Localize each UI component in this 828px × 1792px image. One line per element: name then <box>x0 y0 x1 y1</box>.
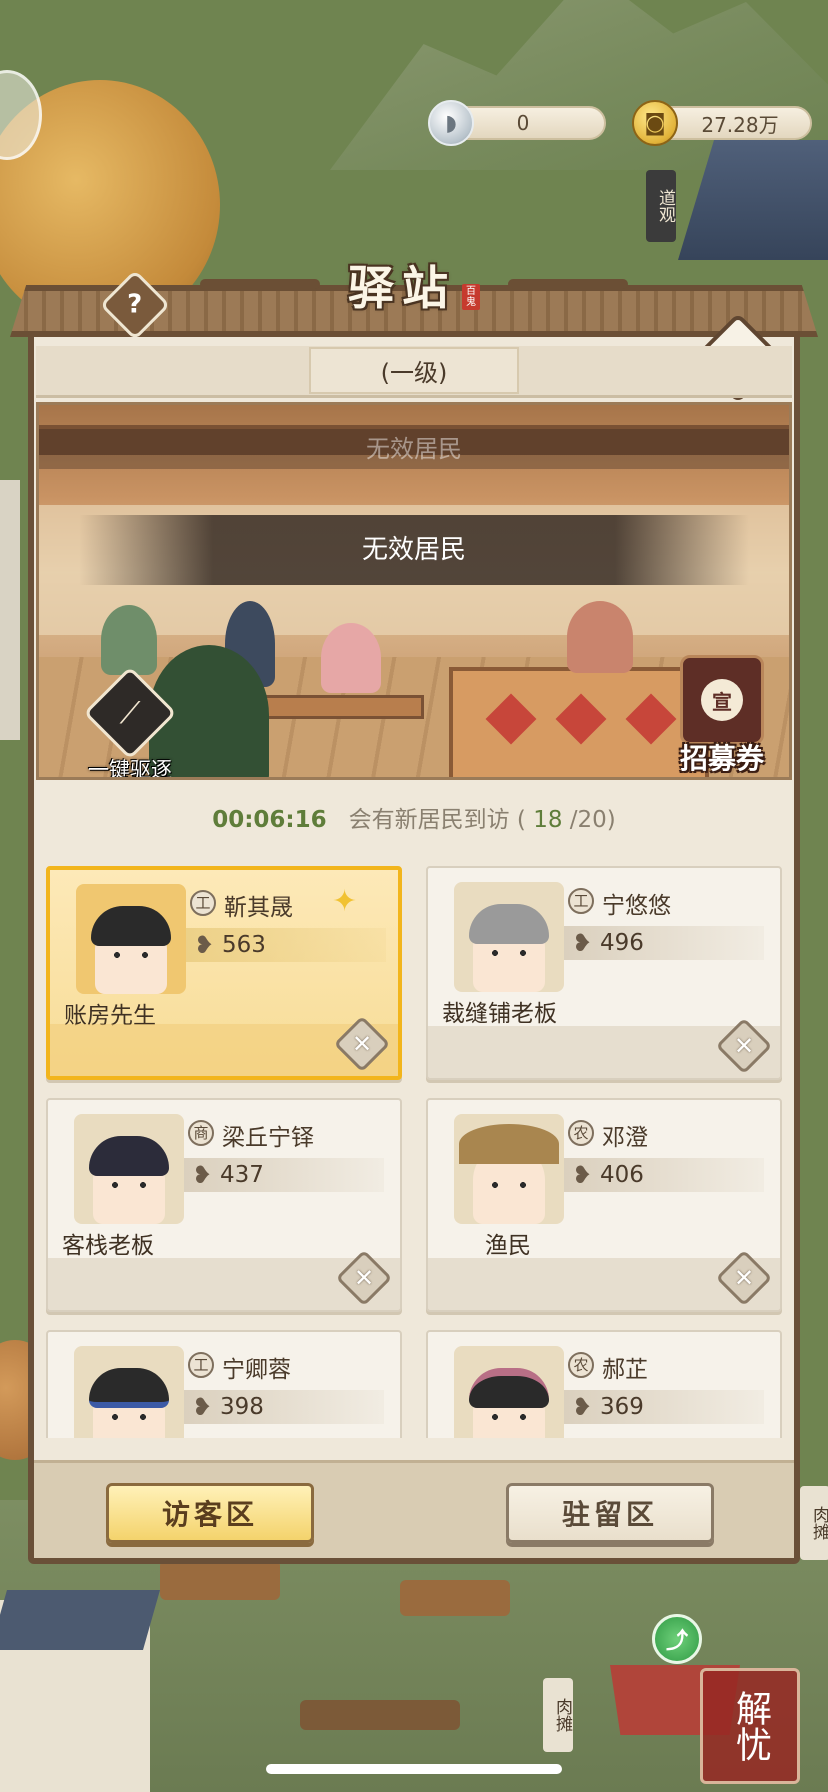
resident-card[interactable]: 工 宁卿蓉 ❥ 398 <box>46 1330 402 1438</box>
close-icon: ✕ <box>351 1029 373 1058</box>
visitor-count: 18 <box>533 807 563 833</box>
sparkle-icon: ✦ <box>332 884 358 919</box>
invalid-residents-banner: 无效居民 <box>79 515 749 585</box>
heart-icon: ❥ <box>571 1161 593 1189</box>
tab-bar: 访客区 驻留区 <box>34 1460 794 1558</box>
resident-name: 郝芷 <box>602 1357 648 1383</box>
resident-role: 裁缝铺老板 <box>442 1001 557 1027</box>
question-icon: ? <box>127 290 143 320</box>
silver-counter[interactable]: ◗ 0 <box>428 100 606 146</box>
recruit-icon-char: 宣 <box>701 679 743 721</box>
tab-resident-area[interactable]: 驻留区 <box>506 1483 714 1543</box>
recruit-ticket-label: 招募券 <box>679 742 764 775</box>
resident-role: 客栈老板 <box>62 1233 154 1259</box>
upgrade-arrow-icon[interactable]: ⤴ <box>652 1614 702 1664</box>
avatar <box>454 1346 564 1438</box>
home-indicator[interactable] <box>266 1764 562 1774</box>
avatar <box>454 882 564 992</box>
heart-icon: ❥ <box>571 1393 593 1421</box>
market-cart <box>160 1560 280 1600</box>
resident-card[interactable]: 农 邓澄 ❥ 406 渔民 ✕ <box>426 1098 782 1312</box>
close-icon: ✕ <box>353 1263 375 1292</box>
inn-table <box>244 695 424 719</box>
class-badge: 农 <box>568 1352 594 1378</box>
resident-name: 靳其晟 <box>224 895 293 921</box>
expel-all-label: 一键驱逐 <box>88 758 172 780</box>
villager-figure <box>101 605 157 675</box>
visitor-timer: 00:06:16 会有新居民到访 ( 18 /20) <box>36 800 792 834</box>
market-cart <box>400 1580 510 1616</box>
resident-list[interactable]: ✦ 工 靳其晟 ❥ 563 账房先生 ✕ 工 宁悠悠 ❥ 496 裁缝铺老板 ✕… <box>46 866 782 1438</box>
visitor-max: /20) <box>569 807 616 833</box>
resident-stat: ❥ 563 <box>186 928 386 962</box>
class-badge: 工 <box>190 890 216 916</box>
resident-stat: ❥ 398 <box>184 1390 384 1424</box>
avatar <box>454 1114 564 1224</box>
inn-scene: 无效居民 无效居民 ⟋ 一键驱逐 宣 招募券 <box>36 402 792 780</box>
countdown: 00:06:16 <box>212 807 327 833</box>
stat-value: 437 <box>220 1162 264 1188</box>
class-badge: 工 <box>188 1352 214 1378</box>
resident-card[interactable]: 农 郝芷 ❥ 369 <box>426 1330 782 1438</box>
avatar <box>76 884 186 994</box>
heart-icon: ❥ <box>191 1393 213 1421</box>
recruit-ticket-button[interactable]: 宣 招募券 <box>657 655 787 777</box>
tab-visitor-area[interactable]: 访客区 <box>106 1483 314 1543</box>
expel-all-button[interactable]: ⟋ 一键驱逐 <box>65 666 195 780</box>
stat-value: 496 <box>600 930 644 956</box>
resident-role: 渔民 <box>485 1233 531 1259</box>
scroll-icon: 宣 <box>680 655 764 745</box>
coin-counter[interactable]: ◙ 27.28万 <box>632 100 812 146</box>
counter-ornament <box>485 693 537 745</box>
copper-coin-icon: ◙ <box>632 100 678 146</box>
station-level: (一级) <box>308 347 520 394</box>
broom-icon: ⟋ <box>83 666 177 760</box>
avatar <box>74 1346 184 1438</box>
resident-stat: ❥ 406 <box>564 1158 764 1192</box>
close-icon: ✕ <box>733 1031 755 1060</box>
class-badge: 工 <box>568 888 594 914</box>
class-badge: 商 <box>188 1120 214 1146</box>
resident-name: 邓澄 <box>602 1125 648 1151</box>
coin-value: 27.28万 <box>701 112 779 137</box>
counter-ornament <box>555 693 607 745</box>
silver-ingot-icon: ◗ <box>428 100 474 146</box>
resident-name: 梁丘宁铎 <box>222 1125 314 1151</box>
level-bar: (一级) <box>36 346 792 398</box>
fading-banner: 无效居民 <box>39 429 789 469</box>
silver-value: 0 <box>516 111 530 135</box>
jieyou-button[interactable]: 解忧 <box>700 1668 800 1784</box>
stat-value: 369 <box>600 1394 644 1420</box>
stat-value: 398 <box>220 1394 264 1420</box>
market-cart <box>300 1700 460 1730</box>
resident-name: 宁悠悠 <box>602 893 671 919</box>
visitor-message: 会有新居民到访 ( <box>348 807 526 833</box>
resident-stat: ❥ 369 <box>564 1390 764 1424</box>
avatar <box>74 1114 184 1224</box>
taoist-temple-sign[interactable]: 道观 <box>646 170 676 242</box>
heart-icon: ❥ <box>193 931 215 959</box>
resident-stat: ❥ 496 <box>564 926 764 960</box>
class-badge: 农 <box>568 1120 594 1146</box>
meat-stall-sign[interactable]: 肉摊 <box>543 1678 573 1752</box>
heart-icon: ❥ <box>191 1161 213 1189</box>
stat-value: 406 <box>600 1162 644 1188</box>
heart-icon: ❥ <box>571 929 593 957</box>
title-plaque: 驿站 百鬼 <box>200 245 628 325</box>
resident-card[interactable]: 商 梁丘宁铎 ❥ 437 客栈老板 ✕ <box>46 1098 402 1312</box>
villager-figure <box>321 623 381 693</box>
innkeeper-figure <box>567 601 633 673</box>
building-wall <box>0 480 20 740</box>
title-seal: 百鬼 <box>462 284 480 310</box>
building-roof <box>0 1590 160 1650</box>
resident-card[interactable]: ✦ 工 靳其晟 ❥ 563 账房先生 ✕ <box>46 866 402 1080</box>
resident-name: 宁卿蓉 <box>222 1357 291 1383</box>
close-icon: ✕ <box>733 1263 755 1292</box>
resident-card[interactable]: 工 宁悠悠 ❥ 496 裁缝铺老板 ✕ <box>426 866 782 1080</box>
stat-value: 563 <box>222 932 266 958</box>
meat-stall-sign[interactable]: 肉摊 <box>800 1486 828 1560</box>
resident-stat: ❥ 437 <box>184 1158 384 1192</box>
panel-title: 驿站 <box>348 261 456 315</box>
